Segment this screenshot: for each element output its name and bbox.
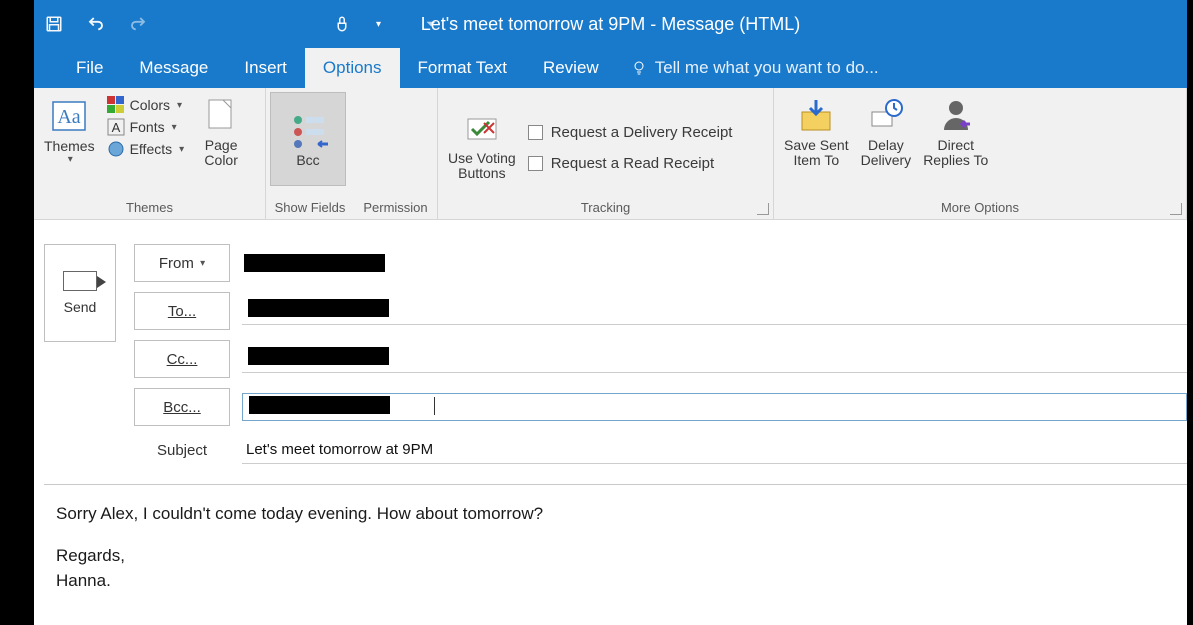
tab-file[interactable]: File (58, 48, 121, 88)
body-line-1: Sorry Alex, I couldn't come today evenin… (56, 501, 1175, 527)
redo-icon[interactable] (128, 14, 148, 34)
colors-icon (107, 96, 125, 114)
cc-row: Cc... user2@example.com (134, 340, 1187, 378)
tell-me-label: Tell me what you want to do... (655, 58, 879, 78)
caret-icon (434, 397, 435, 415)
svg-text:Aa: Aa (58, 106, 81, 128)
checkbox-icon (528, 156, 543, 171)
group-tracking: Use Voting Buttons Request a Delivery Re… (438, 88, 774, 219)
group-label-tracking: Tracking (442, 198, 769, 219)
outlook-compose-window: ▾ Let's meet tomorrow at 9PM - Message (… (34, 0, 1187, 625)
group-permission: Permission (354, 88, 438, 219)
chevron-down-icon[interactable]: ▾ (376, 19, 381, 30)
fonts-button[interactable]: A Fonts▾ (107, 118, 185, 136)
ribbon: Aa Themes ▾ Colors▾ A (34, 88, 1187, 220)
tab-format-text[interactable]: Format Text (400, 48, 525, 88)
dialog-launcher-icon[interactable] (1170, 203, 1182, 215)
effects-button[interactable]: Effects▾ (107, 140, 185, 158)
dialog-launcher-icon[interactable] (757, 203, 769, 215)
tab-message[interactable]: Message (121, 48, 226, 88)
undo-icon[interactable] (86, 14, 106, 34)
read-receipt-checkbox[interactable]: Request a Read Receipt (528, 155, 733, 172)
save-sent-item-to-button[interactable]: Save Sent Item To (778, 92, 855, 173)
voting-buttons[interactable]: Use Voting Buttons (442, 105, 522, 186)
group-label-themes: Themes (38, 198, 261, 219)
from-row: From ▾ user0@example.com (134, 244, 1187, 282)
lightbulb-icon (631, 60, 647, 76)
themes-button[interactable]: Aa Themes ▾ (38, 92, 101, 169)
subject-label: Subject (134, 442, 230, 459)
cc-value: user2@example.com (248, 347, 389, 365)
bcc-value: user3@example.com (249, 396, 390, 414)
cc-field[interactable]: user2@example.com (242, 345, 1187, 373)
tab-insert[interactable]: Insert (226, 48, 305, 88)
delivery-receipt-checkbox[interactable]: Request a Delivery Receipt (528, 124, 733, 141)
quick-access-toolbar: ▾ (44, 14, 441, 34)
cc-button[interactable]: Cc... (134, 340, 230, 378)
body-line-3: Hanna. (56, 568, 1175, 594)
effects-icon (107, 140, 125, 158)
tab-options[interactable]: Options (305, 48, 400, 88)
message-body[interactable]: Sorry Alex, I couldn't come today evenin… (44, 484, 1187, 624)
to-button[interactable]: To... (134, 292, 230, 330)
group-label-show-fields: Show Fields (270, 198, 350, 219)
bcc-field[interactable]: user3@example.com (242, 393, 1187, 421)
touch-mode-icon[interactable] (332, 14, 352, 34)
subject-row: Subject (134, 436, 1187, 464)
envelope-icon (63, 271, 97, 291)
subject-field[interactable] (242, 436, 1187, 464)
svg-text:A: A (111, 120, 120, 135)
to-row: To... user1@example.com (134, 292, 1187, 330)
bcc-row: Bcc... user3@example.com (134, 388, 1187, 426)
group-more-options: Save Sent Item To Delay Delivery Direct … (774, 88, 1187, 219)
delay-delivery-button[interactable]: Delay Delivery (855, 92, 918, 173)
voting-icon (462, 109, 502, 149)
group-themes: Aa Themes ▾ Colors▾ A (34, 88, 266, 219)
colors-button[interactable]: Colors▾ (107, 96, 185, 114)
group-label-permission: Permission (358, 198, 433, 219)
tell-me-search[interactable]: Tell me what you want to do... (617, 48, 879, 88)
page-color-button[interactable]: Page Color (190, 92, 252, 173)
to-value: user1@example.com (248, 299, 389, 317)
delay-icon (866, 96, 906, 136)
save-sent-icon (796, 96, 836, 136)
direct-replies-to-button[interactable]: Direct Replies To (917, 92, 994, 173)
from-value[interactable]: user0@example.com (244, 254, 385, 272)
compose-header: Send From ▾ user0@example.com To... user… (34, 220, 1187, 464)
direct-replies-icon (936, 96, 976, 136)
themes-icon: Aa (49, 96, 89, 136)
from-button[interactable]: From ▾ (134, 244, 230, 282)
save-icon[interactable] (44, 14, 64, 34)
bcc-button[interactable]: Bcc... (134, 388, 230, 426)
checkbox-icon (528, 125, 543, 140)
bcc-button[interactable]: Bcc (270, 92, 346, 186)
bcc-icon (288, 110, 328, 150)
chevron-down-icon: ▾ (68, 154, 73, 165)
ribbon-tabs: File Message Insert Options Format Text … (34, 48, 1187, 88)
send-button[interactable]: Send (44, 244, 116, 342)
to-field[interactable]: user1@example.com (242, 297, 1187, 325)
fonts-icon: A (107, 118, 125, 136)
titlebar: ▾ Let's meet tomorrow at 9PM - Message (… (34, 0, 1187, 48)
group-label-more-options: More Options (778, 198, 1182, 219)
qat-customize-icon[interactable] (421, 14, 441, 34)
tab-review[interactable]: Review (525, 48, 617, 88)
page-color-icon (201, 96, 241, 136)
group-show-fields: Bcc Show Fields (266, 88, 354, 219)
body-line-2: Regards, (56, 543, 1175, 569)
